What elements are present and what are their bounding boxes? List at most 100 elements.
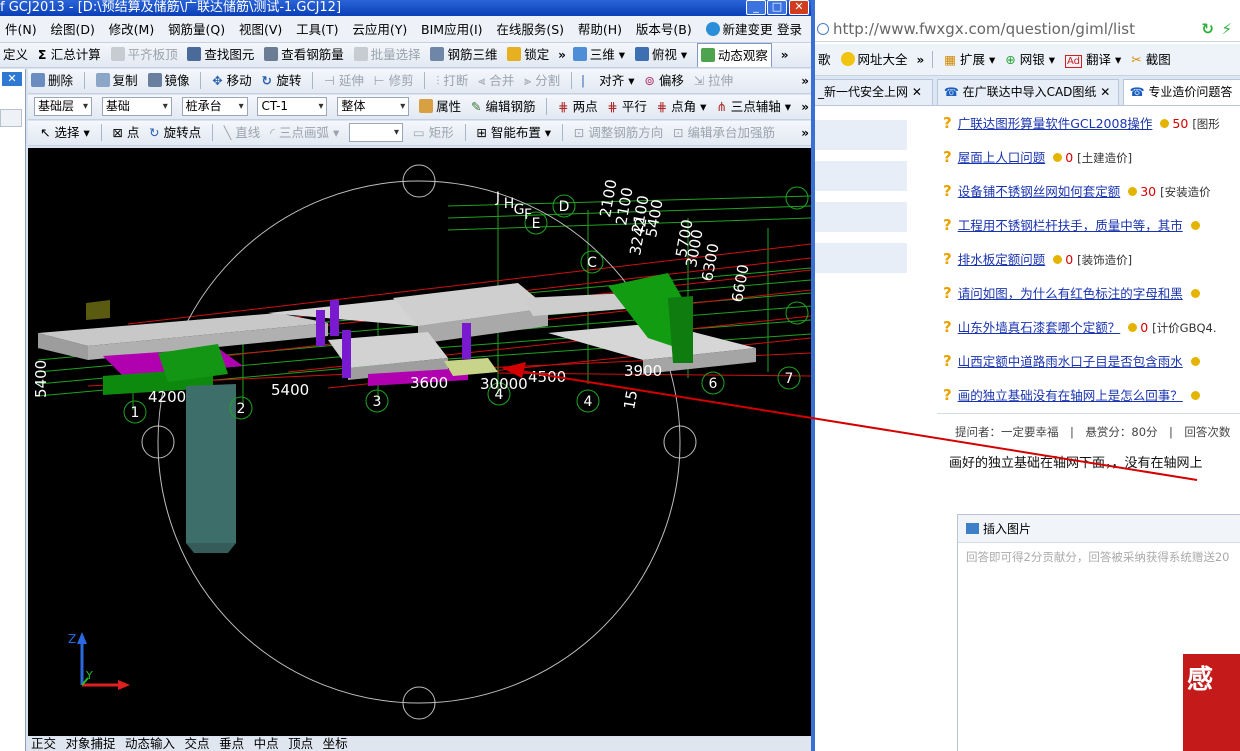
toolbar-overflow-icon-2[interactable]: » — [781, 43, 789, 67]
select-dropdown[interactable]: ↖ 选择 ▾ — [40, 121, 90, 145]
properties-button[interactable]: 属性 — [419, 95, 461, 119]
new-change-button[interactable]: 新建变更 — [701, 16, 778, 43]
calc-summary-button[interactable]: Σ 汇总计算 — [38, 43, 101, 67]
move-button[interactable]: ✥ 移动 — [212, 69, 251, 93]
rotate-point-button[interactable]: ↻ 旋转点 — [149, 121, 201, 145]
midpoint-toggle[interactable]: 中点 — [254, 737, 279, 751]
menu-view[interactable]: 视图(V) — [234, 16, 287, 43]
top-view-dropdown[interactable]: 俯视 ▾ — [634, 43, 687, 67]
orbit-circle[interactable] — [157, 180, 681, 704]
extend-button[interactable]: ⊣ 延伸 — [324, 69, 364, 93]
address-bar[interactable]: http://www.fwxgx.com/question/giml/list … — [815, 16, 1240, 42]
side-block[interactable] — [815, 202, 907, 232]
menu-rebar[interactable]: 钢筋量(Q) — [163, 16, 230, 43]
menu-tools[interactable]: 工具(T) — [291, 16, 343, 43]
rebar-3d-button[interactable]: 钢筋三维 — [430, 43, 497, 67]
screenshot-button[interactable]: ✂ 截图 — [1131, 44, 1170, 75]
delete-button[interactable]: 删除 — [31, 69, 73, 93]
coordinate-toggle[interactable]: 坐标 — [323, 737, 348, 751]
question-row[interactable]: ? 排水板定额问题 0 [装饰造价] — [943, 242, 1132, 276]
dynamic-orbit-button[interactable]: 动态观察 — [696, 43, 772, 67]
lock-button[interactable]: 锁定 — [507, 43, 549, 67]
question-row[interactable]: ? 山东外墙真石漆套哪个定额？ 0 [计价GBQ4. — [943, 310, 1216, 344]
point-angle-button[interactable]: ⋕ 点角 ▾ — [657, 95, 707, 119]
line-button[interactable]: ╲ 直线 — [224, 121, 261, 145]
nav-item[interactable] — [0, 109, 22, 127]
tab-close-icon[interactable]: ✕ — [912, 85, 922, 99]
viewport-canvas[interactable]: 1 2 3 4 4 6 7 D C E J H G F 4200 5400 36… — [28, 148, 811, 736]
break-button[interactable]: ⫶ 打断 — [436, 69, 468, 93]
translate-dropdown[interactable]: Ad 翻译 ▾ — [1064, 44, 1121, 75]
menu-draw[interactable]: 绘图(D) — [45, 16, 99, 43]
url-text[interactable]: http://www.fwxgx.com/question/giml/list — [833, 20, 1135, 38]
question-row[interactable]: ? 画的独立基础没有在轴网上是怎么回事？ — [943, 378, 1203, 412]
menu-version[interactable]: 版本号(B) — [631, 16, 697, 43]
component-select[interactable]: CT-1 — [257, 97, 328, 116]
editor-placeholder[interactable]: 回答即可得2分贡献分，回答被采纳获得系统赠送20 — [966, 549, 1229, 565]
question-row[interactable]: ? 请问如图，为什么有红色标注的字母和黑 — [943, 276, 1203, 310]
menu-cloud[interactable]: 云应用(Y) — [347, 16, 412, 43]
copy-button[interactable]: 复制 — [95, 69, 138, 93]
adjust-rebar-direction-button[interactable]: ⊡ 调整钢筋方向 — [574, 121, 663, 145]
batch-select-button[interactable]: 批量选择 — [353, 43, 421, 67]
vertex-toggle[interactable]: 顶点 — [288, 737, 313, 751]
toolbar-overflow-icon-5[interactable]: » — [801, 121, 809, 145]
mirror-button[interactable]: 镜像 — [147, 69, 190, 93]
question-row[interactable]: ? 广联达图形算量软件GCL2008操作 50 [图形 — [943, 106, 1220, 140]
close-panel-icon[interactable]: ✕ — [2, 72, 22, 86]
menu-file[interactable]: 件(N) — [0, 16, 42, 43]
parallel-button[interactable]: ⋕ 平行 — [607, 95, 646, 119]
menu-help[interactable]: 帮助(H) — [573, 16, 627, 43]
menu-online[interactable]: 在线服务(S) — [491, 16, 569, 43]
login-button[interactable]: 登录 — [772, 16, 807, 43]
refresh-icon[interactable]: ↻ — [1201, 16, 1214, 41]
question-row[interactable]: ? 山西定额中道路雨水口子目是否包含雨水 — [943, 344, 1203, 378]
view-rebar-qty-button[interactable]: 查看钢筋量 — [264, 43, 344, 67]
menu-bim[interactable]: BIM应用(I) — [416, 16, 488, 43]
tab-import-cad[interactable]: ☎ 在广联达中导入CAD图纸 ✕ — [936, 79, 1119, 105]
tab-close-icon[interactable]: ✕ — [1100, 85, 1110, 99]
fav-item-sites[interactable]: 网址大全 — [840, 44, 908, 75]
dynamic-input-toggle[interactable]: 动态输入 — [125, 737, 175, 751]
extensions-dropdown[interactable]: ▦ 扩展 ▾ — [944, 44, 995, 75]
edit-cap-strengthen-button[interactable]: ⊡ 编辑承台加强筋 — [673, 121, 775, 145]
stretch-button[interactable]: ⇲ 拉伸 — [694, 69, 733, 93]
flush-slab-button[interactable]: 平齐板顶 — [110, 43, 178, 67]
perpendicular-toggle[interactable]: 垂点 — [219, 737, 244, 751]
category-select[interactable]: 基础 — [101, 97, 172, 116]
ad-banner[interactable]: 感 — [1183, 654, 1240, 751]
insert-image-button[interactable]: 插入图片 — [983, 522, 1031, 536]
define-button[interactable]: 定义 — [3, 43, 28, 67]
tab-safe-browsing[interactable]: _新一代安全上网 ✕ — [815, 79, 933, 105]
snap-toggle[interactable]: 对象捕捉 — [66, 737, 116, 751]
floor-select[interactable]: 基础层 — [34, 97, 92, 116]
question-row[interactable]: ? 屋面上人口问题 0 [土建造价] — [943, 140, 1132, 174]
split-button[interactable]: ⫸ 分割 — [524, 69, 560, 93]
find-element-button[interactable]: 查找图元 — [187, 43, 254, 67]
side-block[interactable] — [815, 243, 907, 273]
toolbar-overflow-icon-3[interactable]: » — [801, 69, 809, 93]
fav-item-song[interactable]: 歌 — [818, 44, 831, 75]
close-button[interactable]: ✕ — [789, 0, 809, 15]
merge-button[interactable]: ⫷ 合并 — [478, 69, 514, 93]
align-dropdown[interactable]: ⎸ 对齐 ▾ — [583, 69, 635, 93]
arc-option-select[interactable] — [349, 123, 404, 142]
scope-select[interactable]: 整体 — [337, 97, 410, 116]
point-button[interactable]: ⊠ 点 — [112, 121, 139, 145]
side-block[interactable] — [815, 120, 907, 150]
two-point-button[interactable]: ⋕ 两点 — [558, 95, 597, 119]
edit-rebar-button[interactable]: ✎ 编辑钢筋 — [471, 95, 535, 119]
toolbar-overflow-icon[interactable]: » — [558, 43, 566, 67]
intersection-toggle[interactable]: 交点 — [185, 737, 210, 751]
trim-button[interactable]: ⊢ 修剪 — [374, 69, 414, 93]
maximize-button[interactable]: □ — [767, 0, 787, 15]
smart-layout-dropdown[interactable]: ⊞ 智能布置 ▾ — [476, 121, 551, 145]
rotate-button[interactable]: ↻ 旋转 — [261, 69, 301, 93]
arc-dropdown[interactable]: ◜ 三点画弧 ▾ — [270, 121, 339, 145]
type-select[interactable]: 桩承台 — [181, 97, 248, 116]
rectangle-button[interactable]: ▭ 矩形 — [413, 121, 454, 145]
menu-modify[interactable]: 修改(M) — [104, 16, 160, 43]
offset-button[interactable]: ⊚ 偏移 — [644, 69, 683, 93]
ortho-toggle[interactable]: 正交 — [31, 737, 56, 751]
question-row[interactable]: ? 设备铺不锈钢丝网如何套定额 30 [安装造价 — [943, 174, 1211, 208]
